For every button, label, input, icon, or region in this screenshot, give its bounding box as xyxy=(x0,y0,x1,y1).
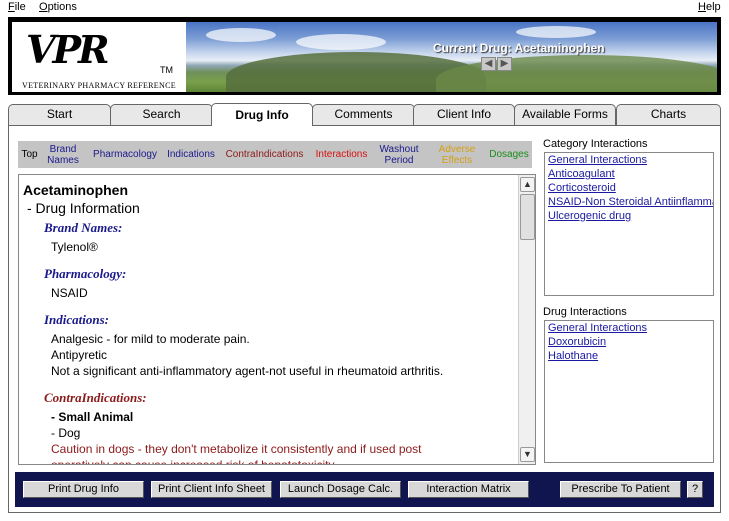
drug-info-content[interactable]: Acetaminophen - Drug Information Brand N… xyxy=(18,174,536,465)
tab-available-forms[interactable]: Available Forms xyxy=(514,104,616,125)
section-adverse-effects-button[interactable]: Adverse Effects xyxy=(429,142,485,167)
print-client-info-sheet-button[interactable]: Print Client Info Sheet xyxy=(151,481,272,498)
category-interaction-link[interactable]: Ulcerogenic drug xyxy=(545,209,713,223)
launch-dosage-calc-button[interactable]: Launch Dosage Calc. xyxy=(280,481,401,498)
menu-options[interactable]: Options xyxy=(39,1,77,13)
scrollbar-thumb[interactable] xyxy=(520,194,535,240)
drug-interaction-link[interactable]: General Interactions xyxy=(545,321,713,335)
pharmacology-item: NSAID xyxy=(51,286,88,300)
drug-navigation: ◀ ▶ xyxy=(481,57,513,71)
interaction-matrix-button[interactable]: Interaction Matrix xyxy=(408,481,529,498)
tab-charts[interactable]: Charts xyxy=(616,104,721,125)
tab-client-info[interactable]: Client Info xyxy=(413,104,515,125)
category-interaction-link[interactable]: Corticosteroid xyxy=(545,181,713,195)
previous-drug-arrow-icon[interactable]: ◀ xyxy=(481,57,496,71)
vpr-logo-tm: TM xyxy=(160,65,173,75)
category-interactions-list: General Interactions Anticoagulant Corti… xyxy=(544,152,714,296)
banner-landscape-image xyxy=(186,22,717,92)
help-button[interactable]: ? xyxy=(687,481,703,498)
next-drug-arrow-icon[interactable]: ▶ xyxy=(497,57,512,71)
pharmacology-heading: Pharmacology: xyxy=(44,266,127,281)
drug-interactions-list: General Interactions Doxorubicin Halotha… xyxy=(544,320,714,463)
prescribe-to-patient-button[interactable]: Prescribe To Patient xyxy=(560,481,681,498)
section-brand-names-button[interactable]: Brand Names xyxy=(41,142,85,167)
vpr-application-window: File Options Help VPR TM VETERINARY PHAR… xyxy=(0,0,729,521)
section-top-button[interactable]: Top xyxy=(19,142,40,167)
content-scrollbar[interactable]: ▲ ▼ xyxy=(518,175,535,464)
tab-comments[interactable]: Comments xyxy=(312,104,415,125)
menu-file[interactable]: File xyxy=(8,1,26,13)
section-indications-button[interactable]: Indications xyxy=(163,142,219,167)
contraindication-text: Caution in dogs - they don't metabolize … xyxy=(51,442,422,456)
menu-bar: File Options Help xyxy=(0,0,729,14)
vpr-logo-letters: VPR xyxy=(26,27,110,72)
indications-heading: Indications: xyxy=(44,312,110,327)
vpr-logo-subtitle: VETERINARY PHARMACY REFERENCE xyxy=(22,81,176,90)
drug-interaction-link[interactable]: Doxorubicin xyxy=(545,335,713,349)
section-dosages-button[interactable]: Dosages xyxy=(487,142,531,167)
tab-bar: Start Search Drug Info Comments Client I… xyxy=(8,103,721,126)
section-pharmacology-button[interactable]: Pharmacology xyxy=(88,142,162,167)
contraindication-text: operatively can cause increased risk of … xyxy=(51,458,337,465)
brand-name-item: Tylenol® xyxy=(51,240,98,254)
drug-interactions-label: Drug Interactions xyxy=(543,306,627,318)
drug-info-subtitle: - Drug Information xyxy=(27,200,140,216)
tab-start[interactable]: Start xyxy=(8,104,111,125)
brand-names-heading: Brand Names: xyxy=(44,220,123,235)
section-button-bar: Top Brand Names Pharmacology Indications… xyxy=(18,141,532,168)
category-interactions-label: Category Interactions xyxy=(543,138,648,150)
indication-item: Analgesic - for mild to moderate pain. xyxy=(51,332,250,346)
category-interaction-link[interactable]: Anticoagulant xyxy=(545,167,713,181)
contraindications-heading: ContraIndications: xyxy=(44,390,147,405)
section-washout-period-button[interactable]: Washout Period xyxy=(374,142,424,167)
tab-search[interactable]: Search xyxy=(110,104,213,125)
tab-drug-info[interactable]: Drug Info xyxy=(211,103,313,126)
category-interaction-link[interactable]: General Interactions xyxy=(545,153,713,167)
scroll-down-arrow-icon[interactable]: ▼ xyxy=(520,447,535,462)
drug-interaction-link[interactable]: Halothane xyxy=(545,349,713,363)
category-interaction-link[interactable]: NSAID-Non Steroidal Antiinflammatory xyxy=(545,195,713,209)
drug-name-heading: Acetaminophen xyxy=(23,182,129,198)
print-drug-info-button[interactable]: Print Drug Info xyxy=(23,481,144,498)
bottom-toolbar: Print Drug Info Print Client Info Sheet … xyxy=(15,472,714,507)
current-drug-label: Current Drug: Acetaminophen xyxy=(433,41,605,55)
scroll-up-arrow-icon[interactable]: ▲ xyxy=(520,177,535,192)
indication-item: Antipyretic xyxy=(51,348,108,362)
section-interactions-button[interactable]: Interactions xyxy=(310,142,373,167)
menu-help[interactable]: Help xyxy=(698,1,721,13)
contraindication-group: - Small Animal xyxy=(51,410,134,424)
contraindication-species: - Dog xyxy=(51,426,81,440)
indication-item: Not a significant anti-inflammatory agen… xyxy=(51,364,444,378)
section-contraindications-button[interactable]: ContraIndications xyxy=(220,142,309,167)
